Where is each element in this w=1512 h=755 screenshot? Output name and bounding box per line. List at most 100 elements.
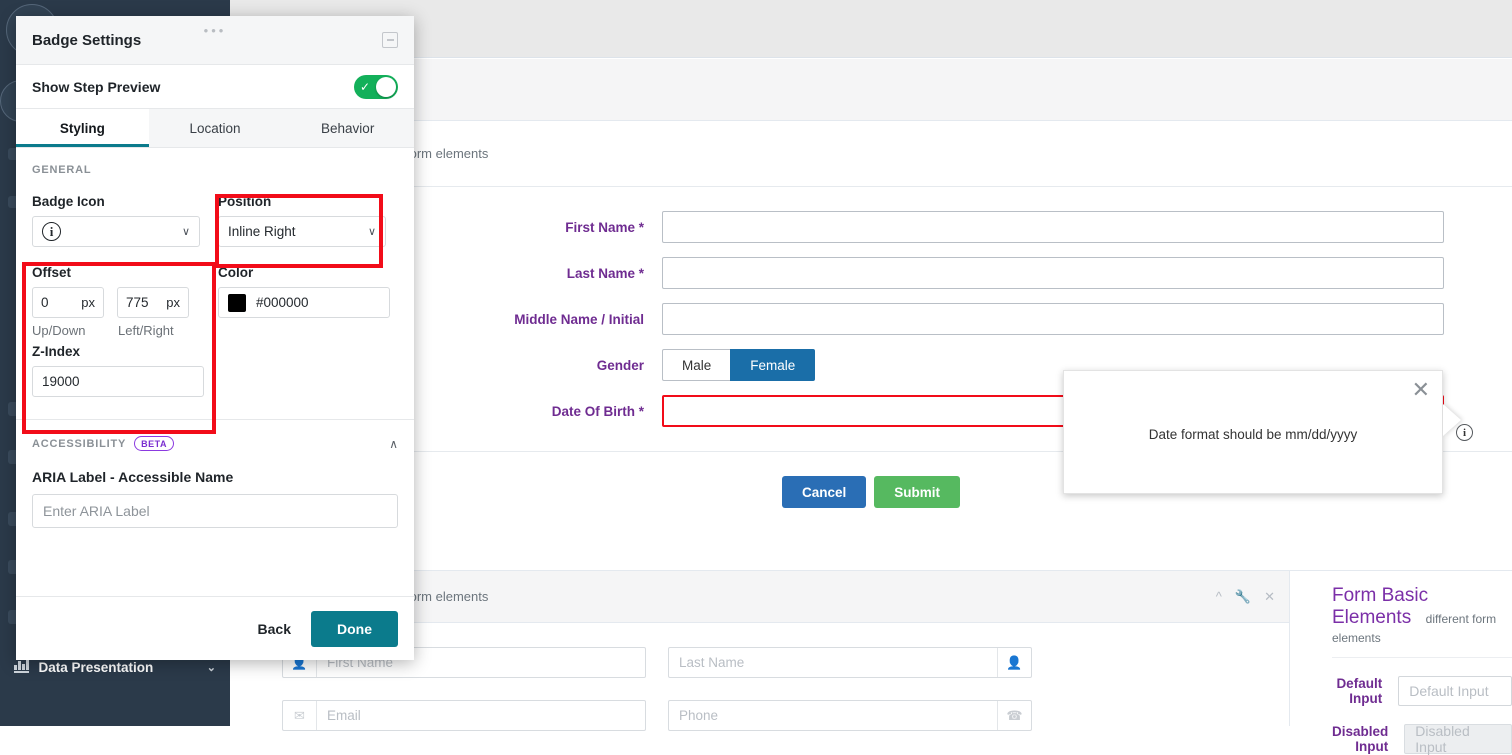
close-icon[interactable]: ✕: [1264, 589, 1275, 605]
disabled-input-label: Disabled Input: [1332, 724, 1389, 754]
sidebar-item-label: Data Presentation: [38, 659, 154, 675]
accessibility-section-title: ACCESSIBILITY: [32, 437, 127, 450]
badge-settings-panel: ••• Badge Settings Show Step Preview ✓ S…: [16, 16, 415, 660]
phone-input-group[interactable]: Phone ☎: [668, 700, 1032, 731]
color-picker[interactable]: #000000: [218, 287, 390, 318]
offset-inputs: 0 px 775 px: [32, 287, 200, 318]
position-select[interactable]: Inline Right ∨: [218, 216, 386, 247]
offset-left-right-input[interactable]: 775 px: [117, 287, 189, 318]
chevron-down-icon: ∨: [181, 226, 190, 238]
minimize-icon[interactable]: [382, 32, 398, 48]
tooltip-text: Date format should be mm/dd/yyyy: [1148, 427, 1358, 442]
panel-tabs: Styling Location Behavior: [16, 109, 415, 148]
disabled-input: Disabled Input: [1404, 723, 1512, 755]
offset-up-down-value: 0: [41, 295, 49, 310]
last-name-input-group[interactable]: Last Name 👤: [668, 647, 1032, 678]
offset-up-down-hint: Up/Down: [32, 323, 86, 338]
chevron-up-icon[interactable]: ^: [1216, 589, 1222, 605]
cancel-button[interactable]: Cancel: [781, 476, 867, 508]
position-field: Position Inline Right ∨: [218, 194, 386, 247]
chevron-down-icon: ∨: [367, 226, 376, 238]
panel-header: ••• Badge Settings: [16, 16, 414, 65]
offset-hints: Up/Down Left/Right: [32, 323, 200, 338]
toggle-knob: [376, 76, 396, 97]
bar-chart-icon: [14, 659, 29, 673]
app-topbar: [230, 0, 1512, 58]
wrench-icon[interactable]: 🔧: [1235, 589, 1251, 605]
gender-option-female[interactable]: Female: [730, 349, 816, 381]
tab-styling[interactable]: Styling: [16, 109, 149, 147]
aria-label-title: ARIA Label - Accessible Name: [32, 469, 234, 485]
panel-title: Badge Settings: [32, 31, 142, 49]
info-circle-icon: i: [42, 222, 61, 241]
middle-name-input[interactable]: [662, 303, 1444, 335]
row-offset-color: Offset 0 px 775 px Up/Down Left/Right Z-…: [32, 265, 398, 397]
color-field: Color #000000: [218, 265, 390, 397]
bottom-right-card: Form Basic Elements different form eleme…: [1290, 570, 1512, 755]
default-input-placeholder: Default Input: [1409, 683, 1489, 699]
form-basic-elements: Form Basic Elements different form eleme…: [1290, 571, 1512, 755]
offset-left-right-value: 775: [126, 295, 149, 310]
row-disabled-input: Disabled Input Disabled Input: [1332, 723, 1512, 755]
position-value: Inline Right: [228, 224, 296, 239]
badge-icon-field: Badge Icon i ∨: [32, 194, 200, 247]
form-basic-elements-title: Form Basic Elements: [1332, 585, 1429, 628]
back-button[interactable]: Back: [246, 613, 303, 645]
default-input-label: Default Input: [1336, 676, 1383, 706]
color-label: Color: [218, 265, 254, 280]
phone-placeholder: Phone: [679, 708, 719, 723]
badge-icon-select[interactable]: i ∨: [32, 216, 200, 247]
form-row-middle-name: Middle Name / Initial: [230, 303, 1512, 335]
check-icon: ✓: [360, 79, 371, 94]
accessibility-section-header: ACCESSIBILITY BETA ∧: [16, 419, 414, 451]
card-header-actions: ^ 🔧 ✕: [1216, 589, 1275, 605]
default-input[interactable]: Default Input: [1398, 676, 1512, 706]
tooltip-close-icon[interactable]: ✕: [1412, 379, 1430, 401]
offset-left-right-hint: Left/Right: [118, 323, 174, 338]
email-placeholder: Email: [327, 708, 361, 723]
drag-handle-icon[interactable]: •••: [204, 23, 227, 38]
offset-up-down-unit: px: [81, 295, 95, 310]
show-step-preview-toggle[interactable]: ✓: [354, 74, 398, 99]
chevron-up-icon[interactable]: ∧: [389, 437, 398, 451]
panel-footer: Back Done: [16, 596, 414, 660]
general-section-title: GENERAL: [32, 164, 92, 176]
chevron-down-icon: ⌄: [206, 661, 216, 674]
panel-body: GENERAL Badge Icon i ∨ Position Inline R…: [16, 148, 414, 596]
gender-option-male[interactable]: Male: [662, 349, 732, 381]
app-content: rent form elements First Name * Last Nam…: [230, 0, 1512, 755]
tab-behavior[interactable]: Behavior: [281, 109, 415, 147]
last-name-input[interactable]: [662, 257, 1444, 289]
date-format-tooltip: ✕ Date format should be mm/dd/yyyy: [1063, 370, 1443, 494]
tab-location[interactable]: Location: [148, 109, 282, 147]
z-index-label: Z-Index: [32, 344, 81, 359]
disabled-input-placeholder: Disabled Input: [1415, 723, 1470, 755]
offset-field: Offset 0 px 775 px Up/Down Left/Right Z-…: [32, 265, 204, 397]
info-circle-icon[interactable]: i: [1456, 424, 1473, 441]
badge-icon-label: Badge Icon: [32, 194, 105, 209]
form-row-last-name: Last Name *: [230, 257, 1512, 289]
row-default-input: Default Input Default Input: [1332, 676, 1512, 706]
color-hex-value: #000000: [256, 295, 309, 310]
form-row-first-name: First Name *: [230, 211, 1512, 243]
gender-segmented-control: Male Female: [662, 349, 816, 381]
row-icon-position: Badge Icon i ∨ Position Inline Right ∨: [32, 194, 398, 247]
email-input-group[interactable]: ✉ Email: [282, 700, 646, 731]
card-top-band: [230, 59, 1512, 121]
form-card-header: rent form elements: [230, 121, 1512, 187]
z-index-input[interactable]: 19000: [32, 366, 204, 397]
first-name-input[interactable]: [662, 211, 1444, 243]
submit-button[interactable]: Submit: [874, 476, 961, 508]
color-swatch[interactable]: [228, 293, 246, 312]
done-button[interactable]: Done: [311, 610, 398, 647]
divider: [1332, 657, 1512, 658]
offset-label: Offset: [32, 265, 72, 280]
position-label: Position: [218, 194, 272, 209]
beta-badge: BETA: [134, 436, 174, 451]
show-step-preview-label: Show Step Preview: [32, 78, 161, 95]
aria-label-input[interactable]: [32, 494, 398, 528]
last-name-placeholder: Last Name: [679, 655, 745, 670]
offset-up-down-input[interactable]: 0 px: [32, 287, 104, 318]
user-icon: 👤: [997, 648, 1031, 677]
offset-left-right-unit: px: [166, 295, 180, 310]
